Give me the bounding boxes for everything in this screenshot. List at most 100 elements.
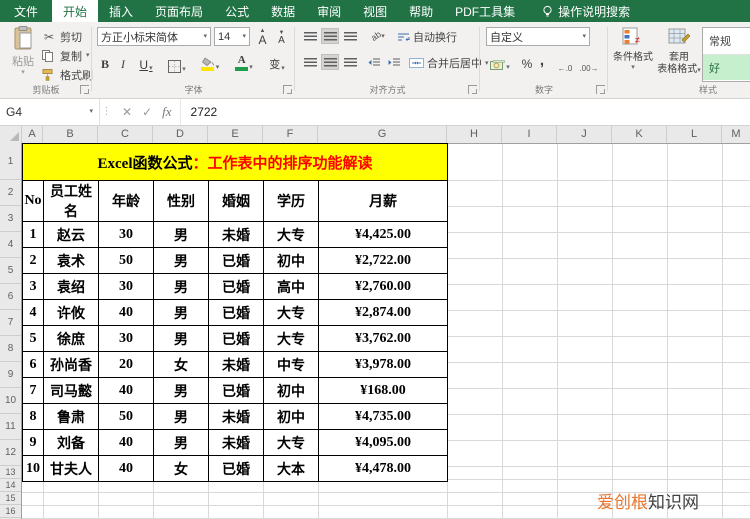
cell-no[interactable]: 10 xyxy=(22,455,44,482)
cell-marital[interactable]: 已婚 xyxy=(208,455,264,482)
cell-education[interactable]: 大专 xyxy=(263,429,319,456)
cell-no[interactable]: 7 xyxy=(22,377,44,404)
cell-marital[interactable]: 已婚 xyxy=(208,377,264,404)
cell-age[interactable]: 50 xyxy=(98,247,154,274)
cell-name[interactable]: 袁绍 xyxy=(43,273,99,300)
cell-salary[interactable]: ¥3,978.00 xyxy=(317,351,449,378)
cell-name[interactable]: 刘备 xyxy=(43,429,99,456)
header-no[interactable]: No xyxy=(22,180,44,222)
row-header-7[interactable]: 7 xyxy=(0,310,21,336)
cell-gender[interactable]: 男 xyxy=(153,325,209,352)
fill-color-button[interactable]: ▾ xyxy=(196,53,224,71)
row-header-3[interactable]: 3 xyxy=(0,206,21,232)
cell-name[interactable]: 鲁肃 xyxy=(43,403,99,430)
name-box[interactable]: G4 ▾ xyxy=(0,98,100,125)
cell-marital[interactable]: 未婚 xyxy=(208,429,264,456)
cell-gender[interactable]: 女 xyxy=(153,455,209,482)
cell-no[interactable]: 2 xyxy=(22,247,44,274)
header-name[interactable]: 员工姓名 xyxy=(43,180,99,222)
insert-function-icon[interactable]: fx xyxy=(162,104,171,120)
row-header-5[interactable]: 5 xyxy=(0,258,21,284)
accounting-format-button[interactable]: ▾ xyxy=(486,53,514,71)
cancel-icon[interactable]: ✕ xyxy=(122,105,132,119)
cell-education[interactable]: 大专 xyxy=(263,325,319,352)
name-box-dropdown-icon[interactable]: ▾ xyxy=(89,108,93,115)
cell-education[interactable]: 大专 xyxy=(263,299,319,326)
cell-age[interactable]: 40 xyxy=(98,429,154,456)
cell-style-normal[interactable]: 常规 xyxy=(703,28,750,54)
cell-gender[interactable]: 男 xyxy=(153,403,209,430)
cell-age[interactable]: 30 xyxy=(98,221,154,248)
cell-gender[interactable]: 男 xyxy=(153,377,209,404)
grow-font-button[interactable]: ▲ A xyxy=(254,28,271,46)
tab-data[interactable]: 数据 xyxy=(260,0,306,22)
underline-button[interactable]: U ▾ xyxy=(134,54,158,72)
decrease-indent-button[interactable] xyxy=(365,54,383,70)
tab-formulas[interactable]: 公式 xyxy=(214,0,260,22)
column-header-M[interactable]: M xyxy=(722,125,750,143)
format-painter-button[interactable]: 格式刷 xyxy=(42,66,93,83)
align-left-button[interactable] xyxy=(301,54,319,70)
cell-no[interactable]: 1 xyxy=(22,221,44,248)
cell-salary[interactable]: ¥2,760.00 xyxy=(317,273,449,300)
increase-decimal-button[interactable]: ←.0 xyxy=(554,55,576,73)
cell-no[interactable]: 5 xyxy=(22,325,44,352)
enter-icon[interactable]: ✓ xyxy=(142,105,152,119)
header-salary[interactable]: 月薪 xyxy=(317,180,449,222)
header-marital[interactable]: 婚姻 xyxy=(208,180,264,222)
cell-salary[interactable]: ¥4,735.00 xyxy=(317,403,449,430)
percent-style-button[interactable]: % xyxy=(520,53,534,71)
select-all-button[interactable] xyxy=(0,125,22,143)
font-color-button[interactable]: A ▾ xyxy=(230,53,258,71)
column-header-H[interactable]: H xyxy=(447,125,502,143)
cell-gender[interactable]: 男 xyxy=(153,247,209,274)
font-dialog-launcher[interactable] xyxy=(283,85,292,94)
cell-marital[interactable]: 已婚 xyxy=(208,273,264,300)
bold-button[interactable]: B xyxy=(98,54,112,72)
cell-name[interactable]: 徐庶 xyxy=(43,325,99,352)
cell-salary[interactable]: ¥2,722.00 xyxy=(317,247,449,274)
paste-button[interactable]: 粘贴 ▾ xyxy=(6,26,40,88)
format-as-table-button[interactable]: 套用 表格格式▾ xyxy=(656,27,702,77)
column-header-D[interactable]: D xyxy=(153,125,208,143)
cell-gender[interactable]: 男 xyxy=(153,299,209,326)
column-header-F[interactable]: F xyxy=(263,125,318,143)
row-header-8[interactable]: 8 xyxy=(0,336,21,362)
cell-no[interactable]: 8 xyxy=(22,403,44,430)
cell-education[interactable]: 高中 xyxy=(263,273,319,300)
column-header-A[interactable]: A xyxy=(22,125,43,143)
cell-marital[interactable]: 未婚 xyxy=(208,351,264,378)
cell-name[interactable]: 赵云 xyxy=(43,221,99,248)
row-header-9[interactable]: 9 xyxy=(0,362,21,388)
copy-button[interactable]: 复制 ▾ xyxy=(42,47,93,64)
cell-name[interactable]: 司马懿 xyxy=(43,377,99,404)
font-size-combo[interactable]: 14 ▾ xyxy=(214,27,250,46)
tab-review[interactable]: 审阅 xyxy=(306,0,352,22)
cell-education[interactable]: 大专 xyxy=(263,221,319,248)
cell-education[interactable]: 中专 xyxy=(263,351,319,378)
cell-name[interactable]: 许攸 xyxy=(43,299,99,326)
cell-salary[interactable]: ¥3,762.00 xyxy=(317,325,449,352)
column-header-L[interactable]: L xyxy=(667,125,722,143)
row-header-10[interactable]: 10 xyxy=(0,388,21,414)
cell-age[interactable]: 20 xyxy=(98,351,154,378)
merge-center-button[interactable]: 合并后居中 ▾ xyxy=(409,55,489,71)
cell-no[interactable]: 3 xyxy=(22,273,44,300)
cell-education[interactable]: 初中 xyxy=(263,377,319,404)
number-format-combo[interactable]: 自定义 ▾ xyxy=(486,27,590,46)
cell-age[interactable]: 50 xyxy=(98,403,154,430)
comma-style-button[interactable]: , xyxy=(536,51,548,69)
wrap-text-button[interactable]: 自动换行 xyxy=(397,29,457,45)
cell-age[interactable]: 30 xyxy=(98,273,154,300)
cell-name[interactable]: 甘夫人 xyxy=(43,455,99,482)
tab-pdf-tools[interactable]: PDF工具集 xyxy=(444,0,526,22)
phonetic-guide-button[interactable]: 变 ▾ xyxy=(264,54,290,72)
cell-gender[interactable]: 女 xyxy=(153,351,209,378)
row-header-11[interactable]: 11 xyxy=(0,414,21,440)
tell-me-search[interactable]: 操作说明搜索 xyxy=(542,0,630,22)
font-name-combo[interactable]: 方正小标宋简体 ▾ xyxy=(97,27,211,46)
table-title[interactable]: Excel函数公式：工作表中的排序功能解读 xyxy=(21,143,449,181)
cell-marital[interactable]: 已婚 xyxy=(208,325,264,352)
cell-gender[interactable]: 男 xyxy=(153,429,209,456)
cell-education[interactable]: 初中 xyxy=(263,247,319,274)
